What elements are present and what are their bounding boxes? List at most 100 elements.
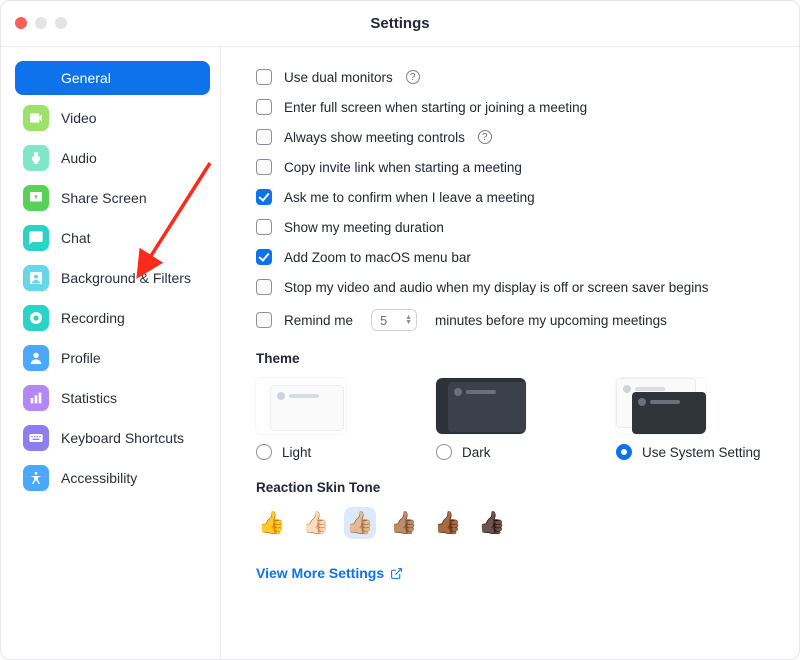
minimize-dot-icon bbox=[35, 17, 47, 29]
sidebar-icon bbox=[23, 265, 49, 291]
radio[interactable] bbox=[256, 444, 272, 460]
sidebar-icon bbox=[23, 105, 49, 131]
sidebar-item-keyboard-shortcuts[interactable]: Keyboard Shortcuts bbox=[15, 421, 210, 455]
sidebar-item-label: General bbox=[61, 70, 111, 86]
general-options: Use dual monitors? Enter full screen when… bbox=[256, 69, 769, 295]
option-use-dual-monitors[interactable]: Use dual monitors? bbox=[256, 69, 769, 85]
sidebar-item-label: Audio bbox=[61, 150, 97, 166]
sidebar-icon bbox=[23, 145, 49, 171]
sidebar-icon bbox=[23, 225, 49, 251]
option-label: Copy invite link when starting a meeting bbox=[284, 160, 522, 175]
settings-window: Settings General Video Audio Share Screen Ch… bbox=[0, 0, 800, 660]
view-more-settings-link[interactable]: View More Settings bbox=[256, 565, 769, 581]
theme-label: Light bbox=[282, 445, 311, 460]
theme-option-dark[interactable]: Dark bbox=[436, 378, 586, 460]
sidebar: General Video Audio Share Screen Chat Backgro… bbox=[1, 47, 221, 659]
option-always-show-meeting-controls[interactable]: Always show meeting controls? bbox=[256, 129, 769, 145]
checkbox[interactable] bbox=[256, 312, 272, 328]
remind-value: 5 bbox=[380, 313, 387, 328]
help-icon[interactable]: ? bbox=[478, 130, 492, 144]
sidebar-item-accessibility[interactable]: Accessibility bbox=[15, 461, 210, 495]
sidebar-item-statistics[interactable]: Statistics bbox=[15, 381, 210, 415]
main-panel: Use dual monitors? Enter full screen when… bbox=[221, 47, 799, 659]
skintone-option-0[interactable]: 👍 bbox=[256, 507, 288, 539]
sidebar-item-profile[interactable]: Profile bbox=[15, 341, 210, 375]
sidebar-icon bbox=[23, 185, 49, 211]
checkbox[interactable] bbox=[256, 129, 272, 145]
skintone-option-3[interactable]: 👍🏽 bbox=[388, 507, 420, 539]
external-link-icon bbox=[390, 567, 403, 580]
checkbox[interactable] bbox=[256, 249, 272, 265]
checkbox[interactable] bbox=[256, 159, 272, 175]
checkbox[interactable] bbox=[256, 69, 272, 85]
skintone-option-2[interactable]: 👍🏼 bbox=[344, 507, 376, 539]
option-copy-invite-link-when-starting-a-meeting[interactable]: Copy invite link when starting a meeting bbox=[256, 159, 769, 175]
sidebar-item-share-screen[interactable]: Share Screen bbox=[15, 181, 210, 215]
sidebar-icon bbox=[23, 465, 49, 491]
sidebar-item-recording[interactable]: Recording bbox=[15, 301, 210, 335]
skintone-option-4[interactable]: 👍🏾 bbox=[432, 507, 464, 539]
stepper-arrows-icon[interactable]: ▲▼ bbox=[405, 315, 412, 325]
sidebar-item-background-filters[interactable]: Background & Filters bbox=[15, 261, 210, 295]
option-label: Ask me to confirm when I leave a meeting bbox=[284, 190, 535, 205]
sidebar-item-label: Keyboard Shortcuts bbox=[61, 430, 184, 446]
option-stop-my-video-and-audio-when-my-display-[interactable]: Stop my video and audio when my display … bbox=[256, 279, 769, 295]
sidebar-item-label: Background & Filters bbox=[61, 270, 191, 286]
theme-preview bbox=[616, 378, 706, 434]
theme-preview bbox=[256, 378, 346, 434]
zoom-dot-icon bbox=[55, 17, 67, 29]
remind-prefix: Remind me bbox=[284, 313, 353, 328]
checkbox[interactable] bbox=[256, 279, 272, 295]
sidebar-icon bbox=[23, 305, 49, 331]
option-enter-full-screen-when-starting-or-joini[interactable]: Enter full screen when starting or joini… bbox=[256, 99, 769, 115]
sidebar-item-label: Video bbox=[61, 110, 97, 126]
checkbox[interactable] bbox=[256, 219, 272, 235]
option-remind-me[interactable]: Remind me 5 ▲▼ minutes before my upcomin… bbox=[256, 309, 769, 331]
option-label: Use dual monitors bbox=[284, 70, 393, 85]
checkbox[interactable] bbox=[256, 189, 272, 205]
sidebar-item-video[interactable]: Video bbox=[15, 101, 210, 135]
skintone-option-5[interactable]: 👍🏿 bbox=[476, 507, 508, 539]
option-label: Enter full screen when starting or joini… bbox=[284, 100, 587, 115]
help-icon[interactable]: ? bbox=[406, 70, 420, 84]
radio[interactable] bbox=[436, 444, 452, 460]
sidebar-item-label: Profile bbox=[61, 350, 101, 366]
sidebar-item-general[interactable]: General bbox=[15, 61, 210, 95]
skintone-option-1[interactable]: 👍🏻 bbox=[300, 507, 332, 539]
sidebar-item-label: Chat bbox=[61, 230, 91, 246]
theme-option-light[interactable]: Light bbox=[256, 378, 406, 460]
sidebar-icon bbox=[23, 345, 49, 371]
option-ask-me-to-confirm-when-i-leave-a-meeting[interactable]: Ask me to confirm when I leave a meeting bbox=[256, 189, 769, 205]
option-show-my-meeting-duration[interactable]: Show my meeting duration bbox=[256, 219, 769, 235]
skintone-heading: Reaction Skin Tone bbox=[256, 480, 769, 495]
checkbox[interactable] bbox=[256, 99, 272, 115]
remind-minutes-stepper[interactable]: 5 ▲▼ bbox=[371, 309, 417, 331]
theme-preview bbox=[436, 378, 526, 434]
titlebar: Settings bbox=[1, 1, 799, 47]
radio[interactable] bbox=[616, 444, 632, 460]
theme-label: Use System Setting bbox=[642, 445, 761, 460]
sidebar-item-label: Statistics bbox=[61, 390, 117, 406]
sidebar-item-label: Accessibility bbox=[61, 470, 137, 486]
skintone-options: 👍 👍🏻 👍🏼 👍🏽 👍🏾 👍🏿 bbox=[256, 507, 769, 539]
option-add-zoom-to-macos-menu-bar[interactable]: Add Zoom to macOS menu bar bbox=[256, 249, 769, 265]
window-title: Settings bbox=[1, 15, 799, 32]
theme-options: Light Dark Use System Setting bbox=[256, 378, 769, 460]
theme-heading: Theme bbox=[256, 351, 769, 366]
option-label: Stop my video and audio when my display … bbox=[284, 280, 708, 295]
option-label: Add Zoom to macOS menu bar bbox=[284, 250, 471, 265]
more-link-label: View More Settings bbox=[256, 565, 384, 581]
sidebar-icon bbox=[23, 65, 49, 91]
sidebar-item-label: Recording bbox=[61, 310, 125, 326]
sidebar-icon bbox=[23, 425, 49, 451]
close-dot-icon[interactable] bbox=[15, 17, 27, 29]
sidebar-item-audio[interactable]: Audio bbox=[15, 141, 210, 175]
theme-label: Dark bbox=[462, 445, 491, 460]
sidebar-icon bbox=[23, 385, 49, 411]
theme-option-use-system-setting[interactable]: Use System Setting bbox=[616, 378, 766, 460]
option-label: Always show meeting controls bbox=[284, 130, 465, 145]
sidebar-item-chat[interactable]: Chat bbox=[15, 221, 210, 255]
window-controls[interactable] bbox=[15, 17, 67, 29]
sidebar-item-label: Share Screen bbox=[61, 190, 147, 206]
option-label: Show my meeting duration bbox=[284, 220, 444, 235]
